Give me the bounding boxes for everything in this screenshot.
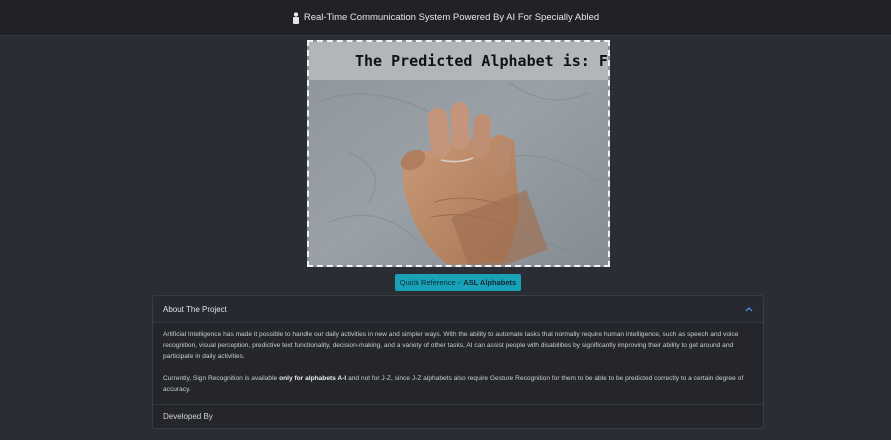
- top-navbar: Real-Time Communication System Powered B…: [0, 0, 891, 36]
- about-accordion-title: About The Project: [163, 304, 227, 314]
- paragraph2-bold: only for alphabets A-I: [279, 375, 347, 382]
- about-paragraph-2: Currently, Sign Recognition is available…: [163, 373, 753, 395]
- reference-button-bold: ASL Alphabets: [463, 278, 517, 287]
- about-accordion: About The Project Artificial Intelligenc…: [152, 295, 764, 429]
- predicted-alphabet-text: The Predicted Alphabet is: F: [355, 52, 608, 70]
- asl-reference-button[interactable]: Quick Reference - ASL Alphabets: [395, 274, 521, 291]
- page-title: Real-Time Communication System Powered B…: [303, 12, 600, 23]
- developed-by-title: Developed By: [163, 412, 213, 421]
- chevron-up-icon: [745, 307, 753, 312]
- about-paragraph-1: Artificial Intelligence has made it poss…: [163, 331, 739, 360]
- reference-button-prefix: Quick Reference -: [399, 278, 461, 287]
- person-icon: [292, 11, 300, 24]
- developed-by-accordion-header[interactable]: Developed By: [153, 404, 763, 428]
- paragraph2-pre: Currently, Sign Recognition is available: [163, 375, 280, 382]
- camera-feed: The Predicted Alphabet is: F: [307, 40, 610, 267]
- about-accordion-body: Artificial Intelligence has made it poss…: [153, 323, 763, 404]
- about-accordion-header[interactable]: About The Project: [153, 296, 763, 323]
